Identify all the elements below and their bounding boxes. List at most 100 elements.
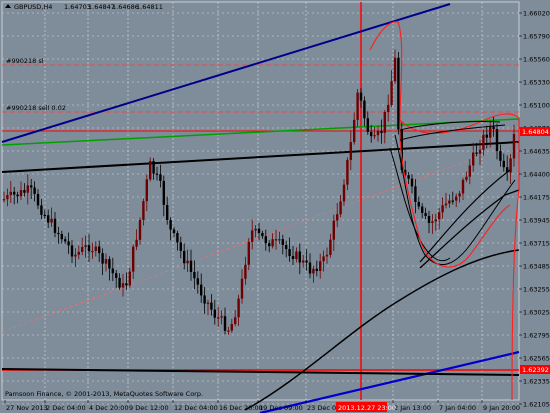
candle-body: [499, 151, 502, 161]
price-chart[interactable]: GBPUSD,H4 1.64703 1.64847 1.64686 1.6481…: [0, 0, 550, 413]
time-label: 2 Jan 13:00: [394, 404, 431, 412]
candle-body: [74, 254, 77, 257]
candle-body: [142, 201, 145, 220]
candle-body: [332, 220, 335, 240]
candle-body: [30, 185, 33, 188]
candle-body: [145, 179, 148, 202]
candle-body: [489, 126, 492, 138]
candle-body: [189, 260, 193, 272]
candle-body: [16, 194, 19, 197]
candle-body: [342, 184, 346, 202]
stop-loss-label: #990218 sl: [6, 57, 44, 65]
candle-body: [183, 250, 186, 264]
candle-body: [6, 194, 9, 200]
time-label: 2 Dec 04:00: [46, 404, 86, 412]
price-label: 1.62105: [523, 401, 550, 409]
candle-body: [390, 81, 393, 105]
candle-body: [162, 180, 165, 205]
candle-body: [230, 324, 233, 331]
candle-body: [91, 250, 94, 253]
candle-body: [336, 214, 339, 221]
candle-body: [108, 259, 111, 269]
candle-body: [176, 232, 179, 243]
candle-body: [444, 203, 448, 206]
candle-body: [407, 175, 410, 179]
candle-body: [475, 152, 478, 154]
time-label: 9 Dec 12:00: [129, 404, 169, 412]
candle-body: [223, 316, 227, 331]
candle-body: [179, 242, 182, 251]
candle-body: [288, 249, 291, 257]
candle-body: [81, 247, 84, 252]
candle-body: [315, 268, 318, 272]
candle-body: [410, 178, 414, 187]
candle-body: [458, 193, 461, 197]
candle-body: [9, 191, 12, 195]
candle-body: [53, 218, 57, 233]
candle-body: [23, 190, 26, 193]
candle-body: [57, 232, 60, 235]
price-label: 1.65330: [523, 79, 550, 87]
candle-body: [397, 57, 400, 130]
candle-body: [149, 161, 152, 180]
candle-body: [36, 193, 40, 206]
candle-body: [305, 260, 308, 263]
candle-body: [247, 241, 250, 265]
candle-body: [196, 278, 199, 285]
candle-body: [186, 260, 189, 264]
candle-body: [138, 219, 142, 240]
price-label: 1.66020: [523, 10, 550, 18]
candle-body: [370, 131, 373, 137]
candle-body: [465, 176, 468, 180]
candle-body: [434, 219, 437, 222]
candle-body: [431, 221, 434, 223]
price-label: 1.64175: [523, 194, 550, 202]
candle-body: [152, 161, 155, 174]
candle-body: [234, 317, 237, 325]
candle-body: [278, 239, 281, 241]
time-label: 27 Nov 2013: [6, 404, 48, 412]
candle-body: [492, 126, 495, 130]
candle-body: [312, 268, 315, 274]
time-tag-text: 2013.12.27 23:00: [338, 404, 396, 412]
candle-body: [485, 134, 488, 138]
low-value: 1.64686: [112, 3, 139, 11]
candle-body: [349, 142, 352, 160]
candle-body: [244, 264, 247, 279]
price-label: 1.65790: [523, 33, 550, 41]
candle-body: [319, 261, 322, 272]
candle-body: [43, 214, 46, 217]
candle-body: [40, 205, 43, 215]
candle-body: [47, 215, 50, 223]
chart-background: [0, 0, 550, 413]
chart-window[interactable]: GBPUSD,H4 1.64703 1.64847 1.64686 1.6481…: [0, 0, 550, 413]
candle-body: [155, 173, 159, 175]
candle-body: [159, 174, 162, 181]
candle-body: [26, 185, 29, 193]
candle-body: [33, 187, 36, 194]
candle-body: [325, 254, 329, 257]
candle-body: [70, 245, 74, 257]
high-value: 1.64847: [88, 3, 115, 11]
time-label: 16 Dec 20:00: [219, 404, 263, 412]
candle-body: [438, 212, 441, 220]
candle-body: [363, 100, 366, 119]
price-label: 1.64400: [523, 171, 550, 179]
candle-body: [60, 234, 63, 240]
candle-body: [128, 271, 131, 286]
candle-body: [268, 243, 271, 247]
candle-body: [261, 233, 264, 237]
time-label: 23 Dec 0: [307, 404, 336, 412]
open-value: 1.64703: [64, 3, 91, 11]
candle-body: [213, 309, 216, 318]
candle-body: [257, 228, 261, 234]
candle-body: [417, 201, 420, 207]
price-label: 1.63255: [523, 286, 550, 294]
candle-body: [125, 283, 128, 286]
candle-body: [461, 179, 465, 194]
candle-body: [94, 246, 97, 251]
candle-body: [274, 239, 278, 241]
candle-body: [427, 215, 431, 223]
candle-body: [366, 118, 369, 132]
candle-body: [455, 196, 458, 201]
